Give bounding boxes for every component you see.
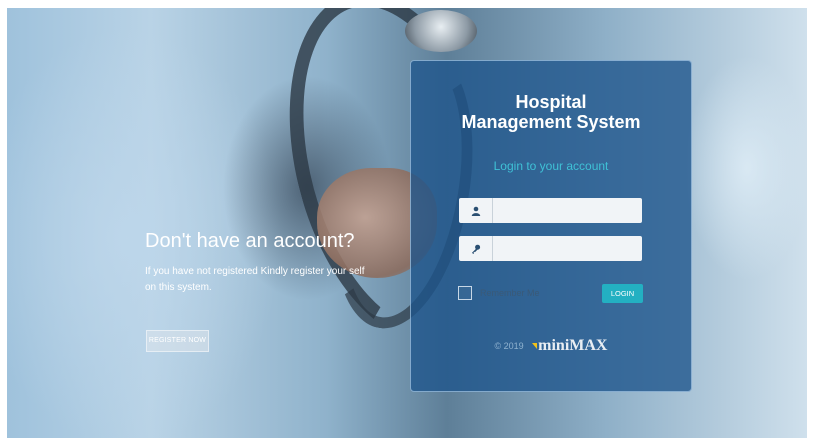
promo-title: Don't have an account?	[145, 230, 355, 252]
footer: © 2019 miniMAX	[411, 337, 691, 355]
register-promo: Don't have an account? If you have not r…	[145, 229, 365, 296]
key-icon	[459, 236, 493, 261]
login-subtitle: Login to your account	[493, 159, 609, 173]
user-icon	[459, 198, 493, 223]
stethoscope-chestpiece	[405, 10, 477, 52]
register-now-button[interactable]: REGISTER NOW	[146, 330, 209, 352]
promo-description: If you have not registered Kindly regist…	[145, 266, 365, 293]
login-button[interactable]: LOGIN	[602, 284, 643, 303]
copyright-text: © 2019	[494, 341, 524, 351]
brand-mark-icon	[532, 343, 538, 350]
login-panel: Hospital Management System Login to your…	[410, 60, 692, 392]
password-input[interactable]	[493, 236, 638, 261]
remember-me-label: Remember Me	[480, 288, 540, 298]
brand-logo: miniMAX	[532, 337, 607, 354]
brand-name: miniMAX	[538, 337, 608, 354]
username-input[interactable]	[493, 198, 638, 223]
app-title: Hospital Management System	[411, 92, 691, 132]
app-title-line2: Management System	[461, 112, 641, 132]
remember-me-checkbox[interactable]	[458, 286, 472, 300]
app-title-line1: Hospital	[515, 92, 587, 112]
password-field[interactable]	[459, 236, 642, 261]
username-field[interactable]	[459, 198, 642, 223]
remember-me[interactable]: Remember Me	[458, 286, 540, 300]
